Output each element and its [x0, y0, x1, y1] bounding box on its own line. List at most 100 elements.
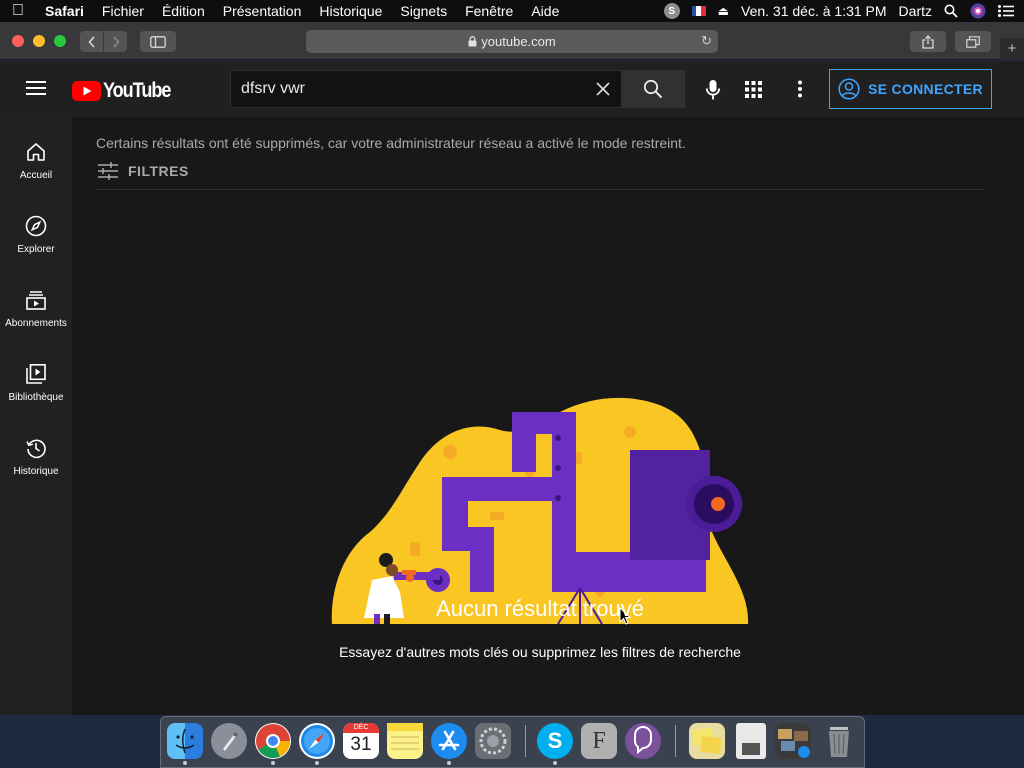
sidebar-item-label: Accueil	[19, 170, 53, 181]
apps-grid-icon[interactable]	[745, 81, 762, 98]
search-icon	[643, 79, 663, 99]
menu-bar:  Safari Fichier Édition Présentation Hi…	[0, 0, 1024, 22]
menu-app-name[interactable]: Safari	[36, 3, 93, 19]
no-results-title: Aucun résultat trouvé	[436, 596, 644, 621]
sidebar-item-label: Abonnements	[5, 318, 67, 329]
app-store-icon[interactable]	[431, 723, 467, 759]
siri-icon[interactable]	[970, 3, 986, 19]
search-input[interactable]	[231, 80, 596, 98]
sidebar-item-abonnements[interactable]: Abonnements	[0, 285, 72, 355]
subscriptions-icon	[26, 291, 46, 310]
microphone-icon[interactable]	[705, 79, 721, 101]
font-book-icon[interactable]: F	[581, 723, 617, 759]
sign-in-label: SE CONNECTER	[868, 81, 983, 97]
dock-separator	[675, 725, 676, 757]
launchpad-icon[interactable]	[211, 723, 247, 759]
chrome-running-indicator	[271, 761, 275, 765]
calendar-month: DÉC	[343, 723, 379, 733]
chrome-icon[interactable]	[255, 723, 291, 759]
youtube-sidebar: Accueil Explorer Abonnements Bibliothèqu…	[0, 117, 72, 715]
youtube-header: YouTube SE CONNECTER	[0, 61, 1024, 117]
safari-icon[interactable]	[299, 723, 335, 759]
new-tab-button[interactable]: +	[1000, 38, 1024, 60]
tabs-overview-button[interactable]	[955, 31, 991, 52]
menu-item-aide[interactable]: Aide	[522, 3, 568, 19]
compass-icon	[25, 215, 47, 237]
menu-item-signets[interactable]: Signets	[391, 3, 456, 19]
french-flag-icon[interactable]	[691, 6, 706, 16]
back-button[interactable]	[80, 31, 103, 52]
sidebar-item-accueil[interactable]: Accueil	[0, 137, 72, 207]
share-icon	[922, 34, 934, 49]
notification-center-icon[interactable]	[998, 5, 1014, 17]
font-book-letter: F	[592, 727, 606, 754]
home-icon	[27, 143, 45, 161]
spotlight-icon[interactable]	[944, 4, 958, 18]
viber-icon[interactable]	[625, 723, 661, 759]
restricted-mode-notice: Certains résultats ont été supprimés, ca…	[96, 135, 686, 151]
sidebar-item-bibliotheque[interactable]: Bibliothèque	[0, 359, 72, 429]
address-url: youtube.com	[481, 34, 556, 49]
hamburger-menu-icon[interactable]	[26, 80, 46, 96]
apple-menu-icon[interactable]: 	[0, 2, 36, 20]
skype-status-icon[interactable]: S	[663, 3, 680, 19]
youtube-page: YouTube SE CONNECTER Accueil Explorer	[0, 61, 1024, 715]
menu-item-fenetre[interactable]: Fenêtre	[456, 3, 522, 19]
clear-search-icon[interactable]	[596, 82, 610, 96]
sidebar-item-label: Historique	[13, 466, 59, 477]
sidebar-toggle-button[interactable]	[140, 31, 176, 52]
safari-running-indicator	[315, 761, 319, 765]
sidebar-item-explorer[interactable]: Explorer	[0, 211, 72, 281]
finder-icon[interactable]	[167, 723, 203, 759]
chevron-left-icon	[87, 35, 95, 48]
skype-running-indicator	[553, 761, 557, 765]
filters-label: FILTRES	[128, 163, 189, 179]
tabs-icon	[966, 35, 980, 48]
account-icon	[838, 78, 860, 100]
document-icon[interactable]	[736, 723, 766, 759]
youtube-logo-text: YouTube	[103, 79, 171, 102]
search-button[interactable]	[621, 70, 685, 108]
zoom-window-button[interactable]	[54, 35, 66, 47]
menu-clock[interactable]: Ven. 31 déc. à 1:31 PM	[741, 3, 887, 19]
menu-item-historique[interactable]: Historique	[310, 3, 391, 19]
menu-item-edition[interactable]: Édition	[153, 3, 214, 19]
dock: DÉC 31 S F	[160, 716, 865, 768]
notes-icon[interactable]	[387, 723, 423, 759]
more-options-icon[interactable]	[797, 80, 803, 98]
downloads-stack-icon[interactable]	[775, 723, 811, 759]
trash-icon[interactable]	[821, 723, 857, 759]
calendar-day: 31	[350, 734, 372, 755]
youtube-logo[interactable]: YouTube	[72, 79, 181, 103]
filters-icon	[98, 162, 118, 180]
skype-icon[interactable]: S	[537, 723, 573, 759]
divider	[96, 189, 984, 190]
system-preferences-icon[interactable]	[475, 723, 511, 759]
search-box	[230, 70, 622, 108]
menu-user[interactable]: Dartz	[899, 3, 932, 19]
sidebar-item-historique[interactable]: Historique	[0, 433, 72, 503]
history-icon	[26, 439, 46, 459]
filters-button[interactable]: FILTRES	[98, 162, 189, 180]
sidebar-icon	[150, 35, 166, 48]
forward-button[interactable]	[104, 31, 127, 52]
address-bar[interactable]: youtube.com ↻	[306, 30, 718, 53]
finder-running-indicator	[183, 761, 187, 765]
calendar-icon[interactable]: DÉC 31	[343, 723, 379, 759]
share-button[interactable]	[910, 31, 946, 52]
youtube-play-icon	[72, 81, 101, 101]
app-store-running-indicator	[447, 761, 451, 765]
menu-item-fichier[interactable]: Fichier	[93, 3, 153, 19]
menu-item-presentation[interactable]: Présentation	[214, 3, 311, 19]
reload-icon[interactable]: ↻	[701, 33, 712, 49]
close-window-button[interactable]	[12, 35, 24, 47]
chevron-right-icon	[112, 35, 120, 48]
skype-letter: S	[547, 728, 563, 753]
dock-separator	[525, 725, 526, 757]
minimize-window-button[interactable]	[33, 35, 45, 47]
safari-toolbar: youtube.com ↻ +	[0, 22, 1024, 60]
search-results-area: Certains résultats ont été supprimés, ca…	[72, 117, 1024, 715]
stickies-folder-icon[interactable]	[689, 723, 725, 759]
sign-in-button[interactable]: SE CONNECTER	[829, 69, 992, 109]
eject-icon[interactable]: ⏏	[718, 4, 729, 18]
